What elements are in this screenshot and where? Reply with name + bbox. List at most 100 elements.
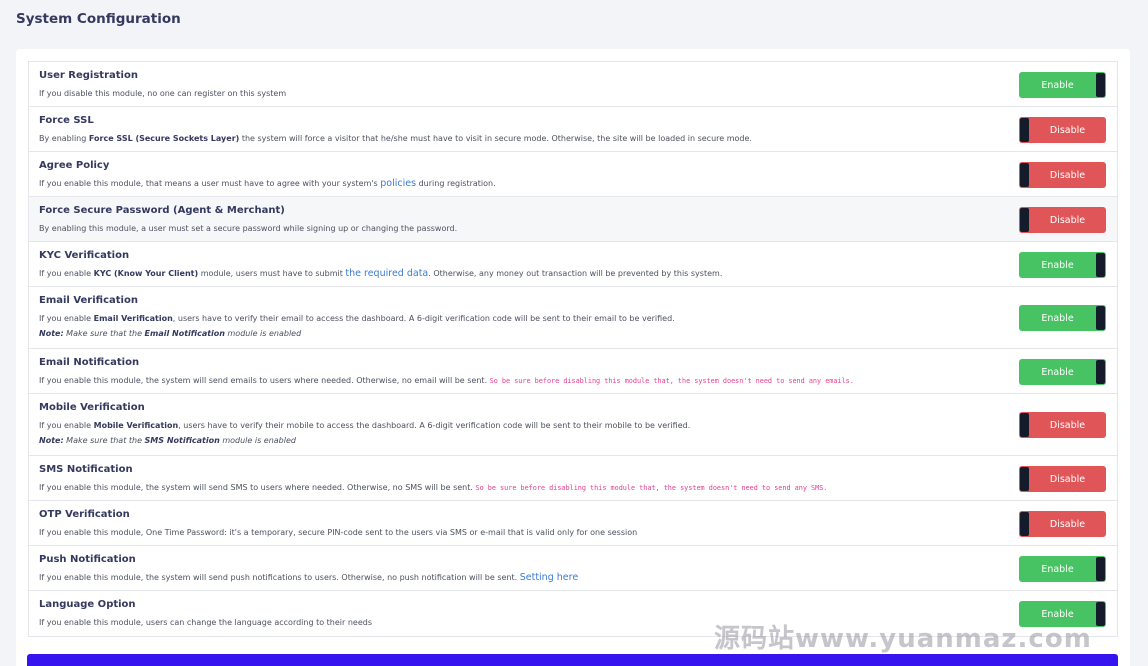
status-toggle[interactable]: Disable xyxy=(1019,117,1106,143)
toggle-knob xyxy=(1020,512,1029,536)
toggle-label: Disable xyxy=(1049,214,1086,226)
module-title: SMS Notification xyxy=(39,464,133,475)
toggle-knob xyxy=(1096,557,1105,581)
toggle-label: Enable xyxy=(1041,563,1074,575)
toggle-label: Enable xyxy=(1041,259,1074,271)
toggle-knob xyxy=(1020,467,1029,491)
module-title: KYC Verification xyxy=(39,250,130,261)
code-warning: So be sure before disabling this module … xyxy=(489,377,854,385)
desc-text: . Otherwise, any money out transaction w… xyxy=(428,269,723,278)
module-row: User Registration If you disable this mod… xyxy=(29,62,1117,107)
toggle-knob xyxy=(1096,73,1105,97)
module-row: Email Verification If you enable Email Ve… xyxy=(29,287,1117,349)
toggle-label: Disable xyxy=(1049,169,1086,181)
desc-text: during registration. xyxy=(416,179,496,188)
module-title: OTP Verification xyxy=(39,509,130,520)
status-toggle[interactable]: Enable xyxy=(1019,252,1106,278)
desc-text: If you enable xyxy=(39,269,94,278)
module-row: OTP Verification If you enable this modul… xyxy=(29,501,1117,546)
module-row: SMS Notification If you enable this modul… xyxy=(29,456,1117,501)
bold-text: SMS Notification xyxy=(144,436,220,445)
desc-text: , users have to verify their mobile to a… xyxy=(178,421,691,430)
toggle-label: Enable xyxy=(1041,79,1074,91)
desc-text: the system will force a visitor that he/… xyxy=(239,134,752,143)
desc-text: By enabling xyxy=(39,134,89,143)
submit-button[interactable] xyxy=(27,654,1118,666)
bold-text: Email Verification xyxy=(93,314,173,323)
module-row: KYC Verification If you enable KYC (Know … xyxy=(29,242,1117,287)
desc-text: If you enable this module, the system wi… xyxy=(39,573,520,582)
status-toggle[interactable]: Disable xyxy=(1019,466,1106,492)
module-row: Push Notification If you enable this modu… xyxy=(29,546,1117,591)
desc-text: By enabling this module, a user must set… xyxy=(39,224,458,233)
bold-text: Email Notification xyxy=(144,329,225,338)
bold-text: Note: xyxy=(39,329,64,338)
desc-text: If you enable this module, the system wi… xyxy=(39,376,490,385)
status-toggle[interactable]: Enable xyxy=(1019,359,1106,385)
desc-text: Make sure that the xyxy=(63,436,145,445)
status-toggle[interactable]: Disable xyxy=(1019,412,1106,438)
module-title: Force SSL xyxy=(39,115,94,126)
status-toggle[interactable]: Enable xyxy=(1019,72,1106,98)
desc-text: If you enable this module, users can cha… xyxy=(39,618,372,627)
module-note: Note: Make sure that the SMS Notificatio… xyxy=(39,435,987,447)
status-toggle[interactable]: Enable xyxy=(1019,305,1106,331)
bold-text: KYC (Know Your Client) xyxy=(93,269,199,278)
inline-link[interactable]: policies xyxy=(380,178,416,189)
desc-text: If you enable this module, the system wi… xyxy=(39,483,476,492)
settings-card: User Registration If you disable this mod… xyxy=(16,49,1130,666)
desc-text: If you disable this module, no one can r… xyxy=(39,89,287,98)
desc-text: If you enable this module, One Time Pass… xyxy=(39,528,638,537)
bold-text: Force SSL (Secure Sockets Layer) xyxy=(88,134,240,143)
toggle-label: Enable xyxy=(1041,312,1074,324)
watermark: 源码站www.yuanmaz.com xyxy=(714,624,1092,654)
desc-text: If you enable xyxy=(39,421,94,430)
desc-text: module is enabled xyxy=(224,329,302,338)
toggle-knob xyxy=(1096,253,1105,277)
desc-text: module, users must have to submit xyxy=(198,269,346,278)
bold-text: Note: xyxy=(39,436,64,445)
toggle-knob xyxy=(1096,602,1105,626)
code-warning: So be sure before disabling this module … xyxy=(475,484,828,492)
desc-text: , users have to verify their email to ac… xyxy=(172,314,675,323)
inline-link[interactable]: Setting here xyxy=(520,572,578,583)
bold-text: Mobile Verification xyxy=(93,421,179,430)
toggle-label: Disable xyxy=(1049,419,1086,431)
module-description: If you enable this module, the system wi… xyxy=(39,572,987,584)
status-toggle[interactable]: Disable xyxy=(1019,162,1106,188)
toggle-knob xyxy=(1096,306,1105,330)
module-row: Email Notification If you enable this mod… xyxy=(29,349,1117,394)
module-description: If you enable this module, the system wi… xyxy=(39,375,987,387)
toggle-label: Disable xyxy=(1049,518,1086,530)
toggle-label: Disable xyxy=(1049,473,1086,485)
module-note: Note: Make sure that the Email Notificat… xyxy=(39,328,987,340)
module-description: By enabling Force SSL (Secure Sockets La… xyxy=(39,133,987,145)
toggle-label: Enable xyxy=(1041,366,1074,378)
module-title: Mobile Verification xyxy=(39,402,145,413)
page-title: System Configuration xyxy=(16,11,181,27)
module-list: User Registration If you disable this mod… xyxy=(28,61,1118,637)
status-toggle[interactable]: Disable xyxy=(1019,207,1106,233)
module-description: If you enable this module, that means a … xyxy=(39,178,987,190)
module-description: If you disable this module, no one can r… xyxy=(39,88,987,100)
module-title: Force Secure Password (Agent & Merchant) xyxy=(39,205,285,216)
module-title: Agree Policy xyxy=(39,160,110,171)
desc-text: module is enabled xyxy=(219,436,296,445)
toggle-knob xyxy=(1020,163,1029,187)
module-description: If you enable this module, One Time Pass… xyxy=(39,527,987,539)
module-title: Email Verification xyxy=(39,295,138,306)
desc-text: If you enable this module, that means a … xyxy=(39,179,381,188)
desc-text: Make sure that the xyxy=(63,329,145,338)
inline-link[interactable]: the required data xyxy=(345,268,428,279)
status-toggle[interactable]: Disable xyxy=(1019,511,1106,537)
toggle-knob xyxy=(1020,118,1029,142)
status-toggle[interactable]: Enable xyxy=(1019,556,1106,582)
module-row: Agree Policy If you enable this module, t… xyxy=(29,152,1117,197)
module-title: Push Notification xyxy=(39,554,136,565)
module-row: Force Secure Password (Agent & Merchant)… xyxy=(29,197,1117,242)
module-row: Mobile Verification If you enable Mobile … xyxy=(29,394,1117,456)
toggle-knob xyxy=(1020,413,1029,437)
toggle-knob xyxy=(1020,208,1029,232)
module-title: Email Notification xyxy=(39,357,140,368)
module-description: By enabling this module, a user must set… xyxy=(39,223,987,235)
